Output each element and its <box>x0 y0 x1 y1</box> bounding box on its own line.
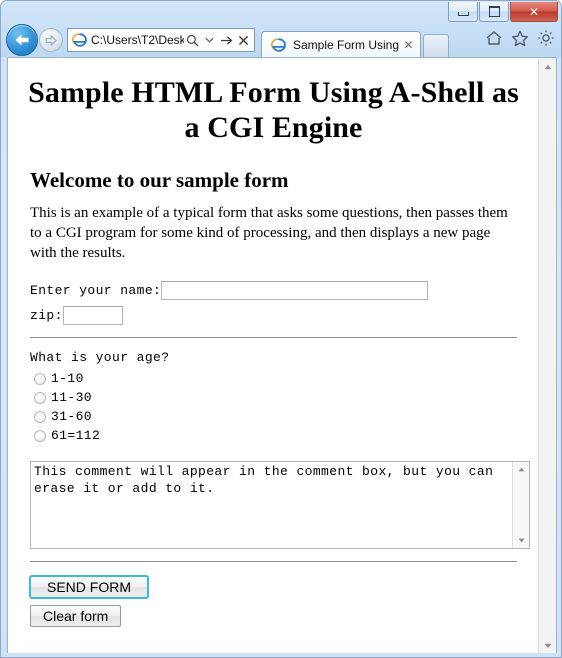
page-subtitle: Welcome to our sample form <box>30 167 289 192</box>
nav-arrows <box>6 24 63 56</box>
comment-textarea-text[interactable]: This comment will appear in the comment … <box>34 464 512 497</box>
star-glyph <box>511 30 529 46</box>
search-glyph <box>186 34 198 46</box>
intro-paragraph: This is an example of a typical form tha… <box>30 204 508 262</box>
stop-x-glyph <box>238 35 248 45</box>
address-bar-icons <box>184 30 254 50</box>
name-field-row: Enter your name: <box>30 281 527 301</box>
forward-arrow-icon <box>45 34 57 46</box>
go-arrow-glyph <box>220 35 232 45</box>
home-icon[interactable] <box>483 27 505 49</box>
comment-scrollbar[interactable] <box>512 462 529 549</box>
stop-x-icon[interactable] <box>235 30 251 50</box>
close-icon: ✕ <box>528 4 540 19</box>
tab-title: Sample Form Using A... <box>293 37 401 52</box>
minimize-icon <box>457 12 469 16</box>
zip-label: zip: <box>30 308 63 324</box>
age-question-label: What is your age? <box>30 350 170 366</box>
page-viewport: Sample HTML Form Using A-Shell as a CGI … <box>7 57 557 655</box>
address-bar[interactable]: C:\Users\T2\Desktc <box>67 28 255 52</box>
forward-button[interactable] <box>39 28 63 52</box>
back-button[interactable] <box>6 24 38 56</box>
radio-label: 31-60 <box>51 409 93 425</box>
new-tab-button[interactable] <box>423 34 449 57</box>
caption-buttons: ✕ <box>447 2 558 22</box>
tab-strip: Sample Form Using A... ✕ <box>261 23 449 57</box>
comment-scroll-down-icon[interactable] <box>513 533 529 548</box>
form-buttons: SEND FORM Clear form <box>29 575 527 628</box>
gear-glyph <box>538 30 554 46</box>
back-arrow-icon <box>15 34 29 46</box>
tab-ie-favicon-icon <box>271 37 286 52</box>
scroll-up-glyph <box>517 467 525 472</box>
chevron-down-glyph <box>204 37 214 43</box>
radio-option-61-112[interactable]: 61=112 <box>34 426 527 445</box>
send-form-button[interactable]: SEND FORM <box>29 575 149 600</box>
zip-input[interactable] <box>62 306 123 326</box>
home-glyph <box>486 31 502 45</box>
comment-scroll-up-icon[interactable] <box>513 462 529 477</box>
ie-favicon-icon <box>72 33 87 47</box>
scroll-down-glyph <box>517 538 525 543</box>
tab-sample-form[interactable]: Sample Form Using A... ✕ <box>261 31 421 57</box>
restore-button[interactable] <box>479 2 509 22</box>
restore-icon <box>488 6 500 17</box>
command-bar <box>483 27 557 49</box>
web-page-content: Sample HTML Form Using A-Shell as a CGI … <box>8 58 539 654</box>
chevron-down-icon[interactable] <box>201 30 217 50</box>
search-icon[interactable] <box>184 30 200 50</box>
radio-icon[interactable] <box>34 391 46 404</box>
radio-label: 61=112 <box>51 428 101 444</box>
radio-icon[interactable] <box>34 410 46 423</box>
tab-close-icon[interactable]: ✕ <box>401 37 416 52</box>
zip-field-row: zip: <box>30 306 527 326</box>
navigation-bar: C:\Users\T2\Desktc <box>1 23 561 57</box>
favorites-star-icon[interactable] <box>509 27 531 49</box>
page-scrollbar[interactable] <box>538 58 556 654</box>
close-button[interactable]: ✕ <box>510 2 558 22</box>
minimize-button[interactable] <box>448 2 478 22</box>
tools-gear-icon[interactable] <box>535 27 557 49</box>
name-label: Enter your name: <box>30 283 162 299</box>
page-scroll-up-icon[interactable] <box>539 58 556 75</box>
radio-label: 11-30 <box>51 390 93 406</box>
browser-window: ✕ C:\Users\T2\Desktc <box>0 0 562 658</box>
radio-option-11-30[interactable]: 11-30 <box>34 388 527 407</box>
page-scroll-down-glyph <box>544 643 551 648</box>
radio-icon[interactable] <box>34 372 46 385</box>
page-title: Sample HTML Form Using A-Shell as a CGI … <box>28 76 519 144</box>
radio-option-1-10[interactable]: 1-10 <box>34 369 527 388</box>
divider-top <box>30 337 517 339</box>
address-text[interactable]: C:\Users\T2\Desktc <box>91 33 184 47</box>
go-arrow-icon[interactable] <box>218 30 234 50</box>
clear-form-button[interactable]: Clear form <box>30 605 122 628</box>
radio-label: 1-10 <box>51 371 84 387</box>
name-input[interactable] <box>161 281 429 301</box>
comment-textarea[interactable]: This comment will appear in the comment … <box>30 461 530 550</box>
radio-option-31-60[interactable]: 31-60 <box>34 407 527 426</box>
radio-icon[interactable] <box>34 429 46 442</box>
page-scroll-up-glyph <box>544 64 551 69</box>
window-bottom-edge <box>1 653 561 657</box>
page-scroll-down-icon[interactable] <box>539 637 556 654</box>
divider-bottom <box>30 561 517 563</box>
